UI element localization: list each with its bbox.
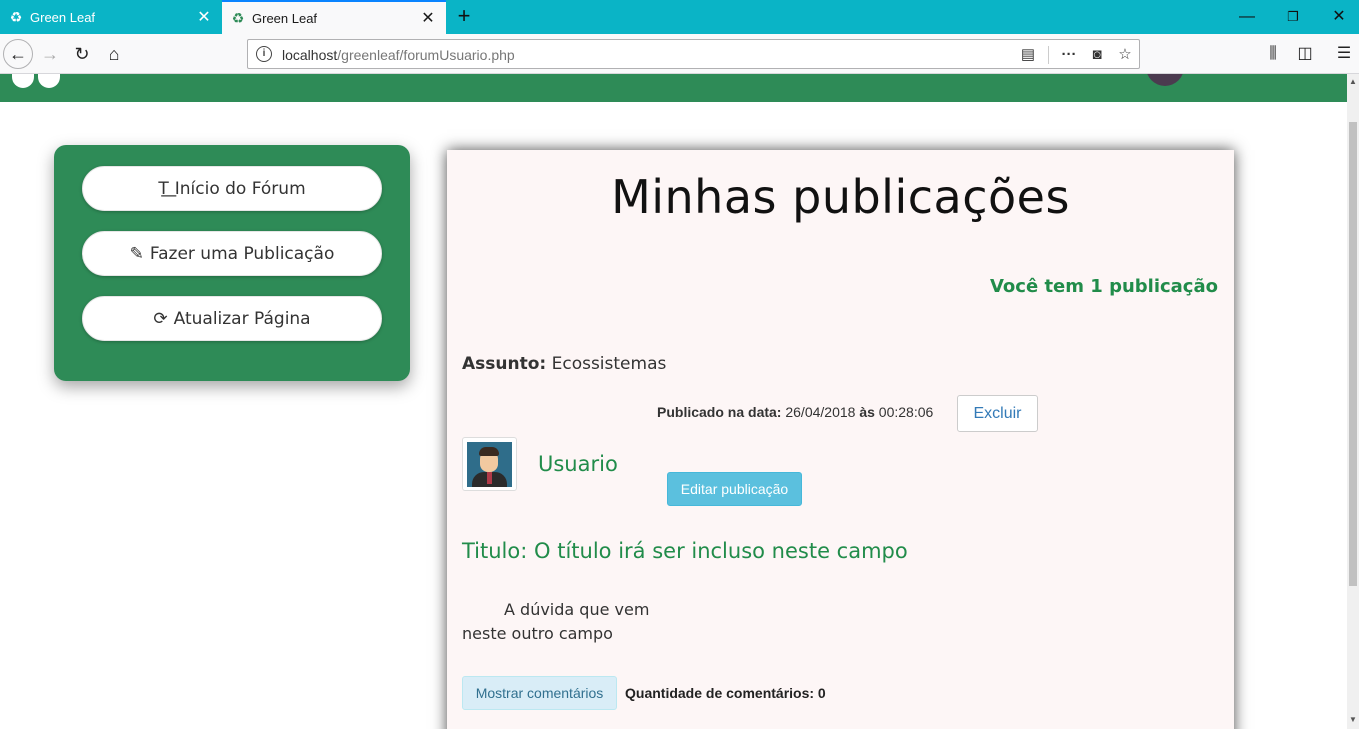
restore-icon[interactable]: ❐	[1270, 0, 1316, 34]
published-date: 26/04/2018	[785, 404, 856, 420]
home-icon[interactable]: ⌂	[100, 40, 128, 68]
scroll-down-arrow-icon[interactable]: ▼	[1347, 712, 1359, 728]
divider	[1048, 46, 1049, 64]
pocket-icon[interactable]: ◙	[1086, 44, 1108, 66]
back-arrow-icon[interactable]: ←	[3, 39, 33, 69]
browser-tab-bar: ♻ Green Leaf ✕ ♻ Green Leaf ✕ + — ❐ ✕	[0, 0, 1359, 34]
pencil-icon: ✎	[129, 243, 144, 264]
tab-title: Green Leaf	[30, 9, 96, 25]
page-title: Minhas publicações	[611, 170, 1070, 224]
reader-view-icon[interactable]: ▤	[1017, 44, 1039, 66]
browser-tab-1[interactable]: ♻ Green Leaf ✕	[0, 0, 222, 34]
new-post-label: Fazer uma Publicação	[149, 243, 335, 264]
hamburger-menu-icon[interactable]: ☰	[1330, 40, 1358, 68]
subject-value: Ecossistemas	[551, 354, 667, 374]
browser-tab-2[interactable]: ♻ Green Leaf ✕	[222, 0, 446, 34]
browser-nav-bar: ← → ↻ ⌂ i localhost/greenleaf/forumUsuar…	[0, 34, 1359, 74]
avatar[interactable]	[1146, 74, 1184, 86]
subject-label: Assunto:	[462, 354, 547, 374]
title-label: Titulo:	[462, 539, 528, 563]
tab-title: Green Leaf	[252, 10, 318, 26]
window-close-icon[interactable]: ✕	[1316, 0, 1359, 34]
info-icon[interactable]: i	[256, 46, 272, 62]
at-label: às	[859, 404, 875, 420]
post-title: Titulo: O título irá ser incluso neste c…	[462, 539, 908, 563]
site-logo-part	[38, 74, 60, 88]
more-actions-icon[interactable]: ···	[1058, 44, 1080, 66]
url-path: /greenleaf/forumUsuario.php	[337, 47, 515, 63]
avatar-tie	[487, 472, 492, 484]
refresh-page-button[interactable]: ⟳ Atualizar Página	[82, 296, 382, 341]
url-text[interactable]: localhost/greenleaf/forumUsuario.php	[282, 47, 515, 63]
refresh-page-label: Atualizar Página	[173, 308, 311, 329]
address-bar[interactable]: i localhost/greenleaf/forumUsuario.php ▤…	[247, 39, 1140, 69]
new-post-button[interactable]: ✎ Fazer uma Publicação	[82, 231, 382, 276]
post-subject: Assunto: Ecossistemas	[462, 354, 666, 374]
refresh-icon: ⟳	[153, 308, 168, 329]
forum-sidebar: T͟ Início do Fórum ✎ Fazer uma Publicaçã…	[54, 145, 410, 381]
published-label: Publicado na data:	[657, 404, 782, 420]
forward-arrow-icon[interactable]: →	[36, 40, 64, 68]
minimize-icon[interactable]: —	[1224, 0, 1270, 34]
close-icon[interactable]: ✕	[192, 7, 216, 27]
site-header	[0, 74, 1347, 102]
avatar-hair	[479, 447, 499, 456]
title-value: O título irá ser incluso neste campo	[534, 539, 908, 563]
close-icon[interactable]: ✕	[416, 8, 440, 28]
post-body: A dúvida que vem neste outro campo	[462, 600, 650, 643]
edit-post-button[interactable]: Editar publicação	[667, 472, 802, 506]
recycle-icon: ♻	[231, 10, 245, 26]
recycle-icon: ♻	[9, 9, 23, 25]
star-icon[interactable]: ☆	[1114, 44, 1136, 66]
published-time: 00:28:06	[878, 404, 934, 420]
library-icon[interactable]: ⫼	[1259, 40, 1287, 68]
site-logo[interactable]	[12, 74, 34, 88]
author-avatar	[462, 437, 517, 491]
delete-post-button[interactable]: Excluir	[957, 395, 1038, 432]
comments-count: Quantidade de comentários: 0	[625, 685, 826, 701]
publication-count: Você tem 1 publicação	[989, 276, 1218, 297]
my-posts-card: Minhas publicações Você tem 1 publicação…	[447, 150, 1234, 729]
sidebar-icon[interactable]: ◫	[1291, 40, 1319, 68]
avatar-image	[467, 442, 512, 487]
url-host: localhost	[282, 47, 338, 63]
post-published-info: Publicado na data: 26/04/2018 às 00:28:0…	[657, 404, 933, 420]
page-viewport: T͟ Início do Fórum ✎ Fazer uma Publicaçã…	[0, 74, 1347, 729]
reload-icon[interactable]: ↻	[68, 40, 96, 68]
page-scrollbar[interactable]: ▲ ▼	[1347, 74, 1359, 729]
text-height-icon: T͟	[158, 178, 169, 199]
forum-home-label: Início do Fórum	[174, 178, 306, 199]
forum-home-button[interactable]: T͟ Início do Fórum	[82, 166, 382, 211]
plus-icon[interactable]: +	[452, 4, 476, 28]
scroll-up-arrow-icon[interactable]: ▲	[1347, 74, 1359, 90]
scroll-thumb[interactable]	[1349, 122, 1357, 586]
post-author: Usuario	[538, 452, 618, 476]
show-comments-button[interactable]: Mostrar comentários	[462, 676, 617, 710]
